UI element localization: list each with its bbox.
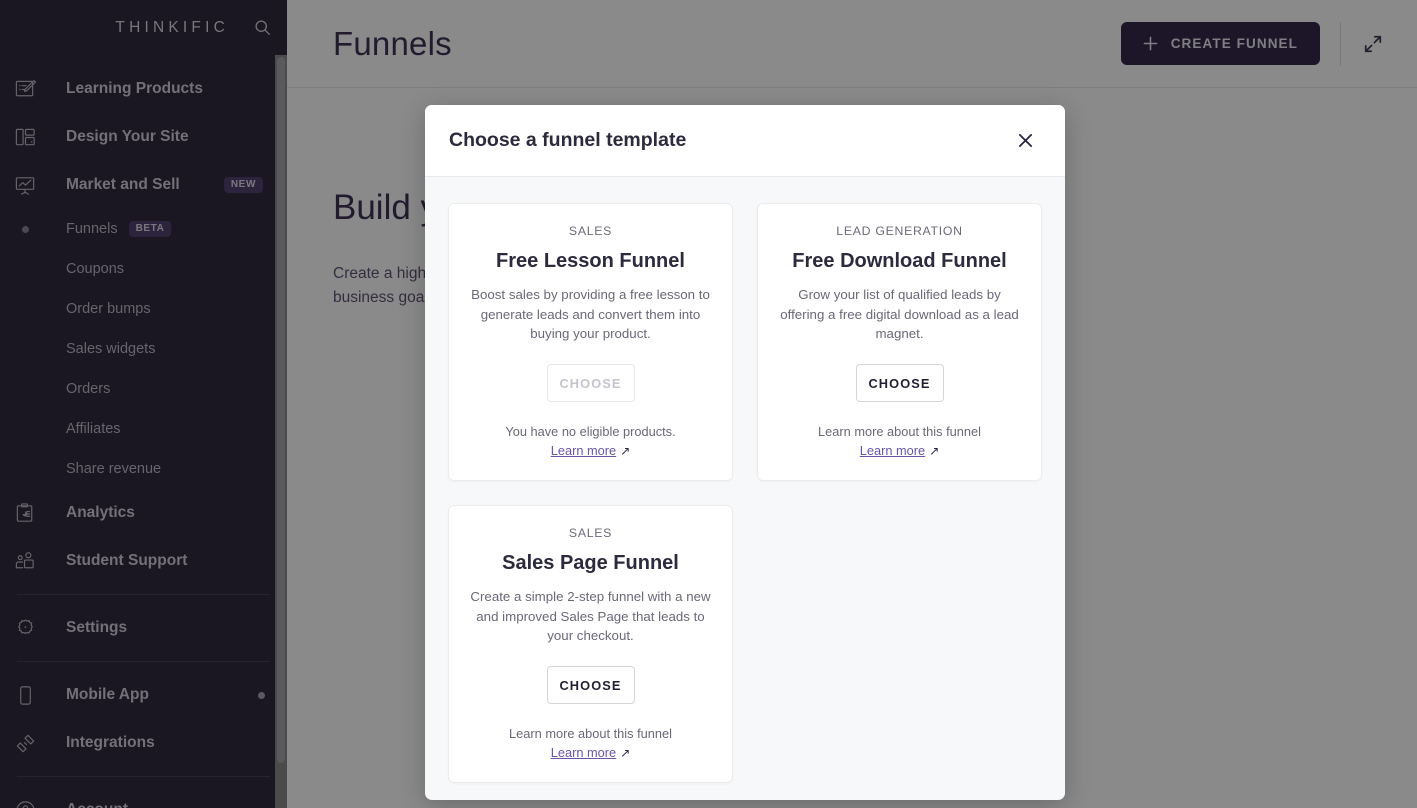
template-title: Free Download Funnel xyxy=(792,249,1006,273)
template-note: Learn more about this funnel xyxy=(509,726,672,741)
template-card-free-lesson-funnel[interactable]: SALES Free Lesson Funnel Boost sales by … xyxy=(448,203,733,481)
modal-header: Choose a funnel template xyxy=(425,105,1065,177)
external-link-arrow-icon: ↗ xyxy=(929,445,939,457)
learn-more-link[interactable]: Learn more ↗ xyxy=(551,745,631,760)
choose-button: CHOOSE xyxy=(547,364,635,402)
template-note: You have no eligible products. xyxy=(505,424,675,439)
close-icon[interactable] xyxy=(1011,127,1039,155)
choose-button[interactable]: CHOOSE xyxy=(547,666,635,704)
template-title: Sales Page Funnel xyxy=(502,551,679,575)
learn-more-label: Learn more xyxy=(860,443,925,458)
template-description: Grow your list of qualified leads by off… xyxy=(778,285,1021,344)
modal-title: Choose a funnel template xyxy=(449,129,686,152)
external-link-arrow-icon: ↗ xyxy=(620,747,630,759)
template-card-free-download-funnel[interactable]: LEAD GENERATION Free Download Funnel Gro… xyxy=(757,203,1042,481)
template-description: Boost sales by providing a free lesson t… xyxy=(469,285,712,344)
choose-funnel-template-modal: Choose a funnel template SALES Free Less… xyxy=(425,105,1065,800)
template-card-grid: SALES Free Lesson Funnel Boost sales by … xyxy=(448,203,1042,783)
template-category: SALES xyxy=(569,224,612,238)
app-root: THINKIFIC xyxy=(0,0,1417,808)
template-category: LEAD GENERATION xyxy=(836,224,962,238)
template-card-sales-page-funnel[interactable]: SALES Sales Page Funnel Create a simple … xyxy=(448,505,733,783)
learn-more-label: Learn more xyxy=(551,745,616,760)
template-description: Create a simple 2-step funnel with a new… xyxy=(469,587,712,646)
learn-more-label: Learn more xyxy=(551,443,616,458)
learn-more-link[interactable]: Learn more ↗ xyxy=(860,443,940,458)
template-note: Learn more about this funnel xyxy=(818,424,981,439)
template-title: Free Lesson Funnel xyxy=(496,249,685,273)
external-link-arrow-icon: ↗ xyxy=(620,445,630,457)
learn-more-link[interactable]: Learn more ↗ xyxy=(551,443,631,458)
template-category: SALES xyxy=(569,526,612,540)
modal-body: SALES Free Lesson Funnel Boost sales by … xyxy=(425,177,1065,800)
choose-button[interactable]: CHOOSE xyxy=(856,364,944,402)
